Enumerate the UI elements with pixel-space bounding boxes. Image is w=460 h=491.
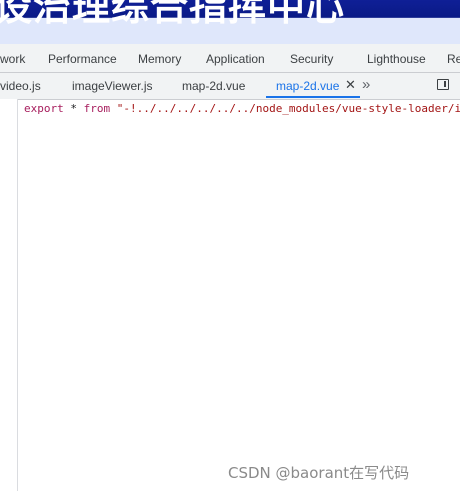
tab-lighthouse[interactable]: Lighthouse — [367, 52, 426, 66]
more-tabs-icon[interactable]: » — [362, 76, 371, 93]
watermark: CSDN @baorant在写代码 — [228, 464, 410, 482]
file-tab-map-2d-vue[interactable]: map-2d.vue — [182, 79, 245, 93]
tab-security[interactable]: Security — [290, 52, 333, 66]
tab-performance[interactable]: Performance — [48, 52, 117, 66]
code-operator: * — [63, 102, 84, 115]
source-file-tabs: video.js imageViewer.js map-2d.vue map-2… — [0, 73, 460, 100]
page-banner: 设治理综合指挥中心 — [0, 0, 460, 44]
code-string: "-!../../../../../../node_modules/vue-st… — [110, 102, 460, 115]
toggle-sidebar-icon[interactable] — [437, 79, 449, 90]
devtools-panel-tabs: work Performance Memory Application Secu… — [0, 44, 460, 73]
line-number-gutter — [0, 99, 18, 491]
code-line[interactable]: export * from "-!../../../../../../node_… — [24, 102, 460, 115]
code-keyword-from: from — [83, 102, 111, 115]
active-tab-indicator — [266, 96, 360, 98]
file-tab-map-2d-vue-active[interactable]: map-2d.vue — [276, 79, 339, 93]
close-tab-icon[interactable]: ✕ — [345, 77, 356, 93]
file-tab-imageviewer-js[interactable]: imageViewer.js — [72, 79, 152, 93]
code-keyword-export: export — [24, 102, 64, 115]
banner-title: 设治理综合指挥中心 — [0, 0, 346, 29]
tab-application[interactable]: Application — [206, 52, 265, 66]
file-tab-video-js[interactable]: video.js — [0, 79, 41, 93]
tab-network[interactable]: work — [0, 52, 25, 66]
tab-memory[interactable]: Memory — [138, 52, 181, 66]
tab-recorder[interactable]: Re — [447, 52, 460, 66]
